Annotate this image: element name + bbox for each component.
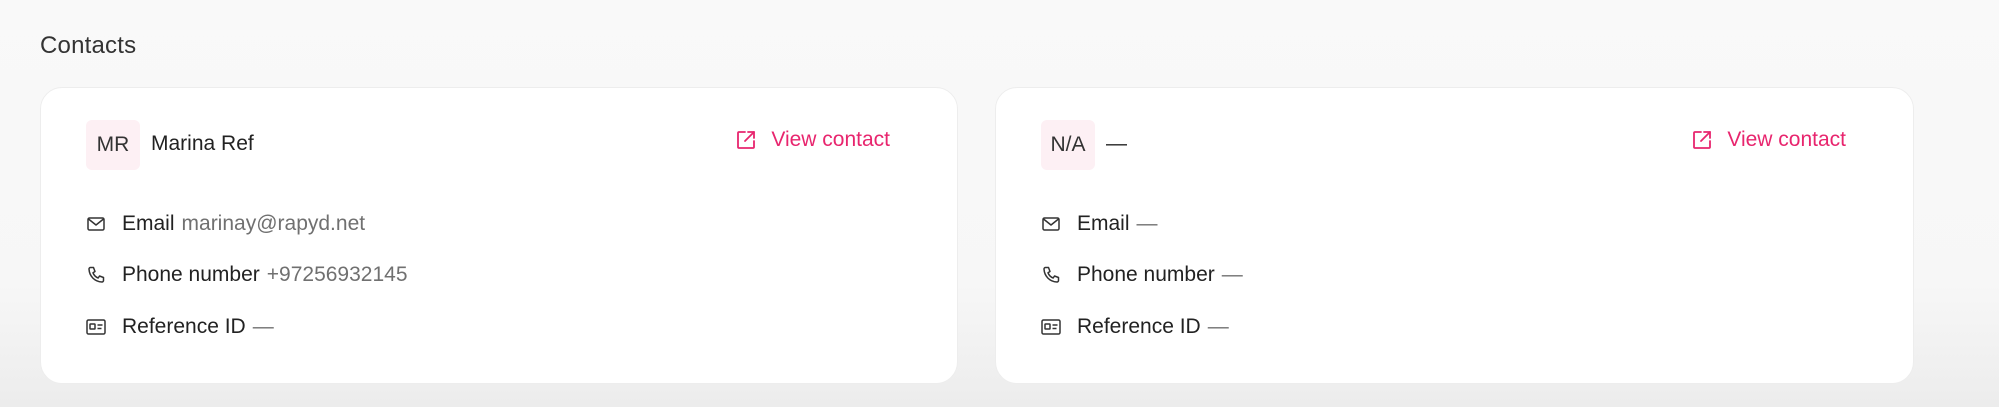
external-link-icon — [1691, 129, 1713, 151]
mail-icon — [86, 214, 106, 234]
contact-card: MR Marina Ref View contact Email marinay… — [40, 87, 958, 384]
avatar: MR — [86, 120, 140, 170]
reference-label: Reference ID — [122, 315, 246, 338]
phone-row: Phone number +97256932145 — [86, 263, 408, 287]
email-label: Email — [122, 212, 175, 235]
phone-value: — — [1221, 263, 1243, 286]
reference-row: Reference ID — — [86, 315, 274, 339]
contact-name: Marina Ref — [151, 132, 254, 155]
phone-icon — [1041, 265, 1061, 285]
reference-value: — — [1207, 315, 1229, 338]
view-contact-link[interactable]: View contact — [735, 128, 890, 152]
external-link-icon — [735, 129, 757, 151]
email-row: Email marinay@rapyd.net — [86, 212, 365, 236]
phone-label: Phone number — [122, 263, 260, 286]
contact-card: N/A — View contact Email — Phone number … — [995, 87, 1914, 384]
section-title: Contacts — [40, 32, 137, 59]
email-row: Email — — [1041, 212, 1158, 236]
avatar: N/A — [1041, 120, 1095, 170]
email-label: Email — [1077, 212, 1130, 235]
reference-label: Reference ID — [1077, 315, 1201, 338]
id-card-icon — [1041, 317, 1061, 337]
email-value: — — [1136, 212, 1158, 235]
email-value: marinay@rapyd.net — [181, 212, 366, 235]
reference-value: — — [252, 315, 274, 338]
reference-row: Reference ID — — [1041, 315, 1229, 339]
phone-value: +97256932145 — [266, 263, 408, 286]
id-card-icon — [86, 317, 106, 337]
contact-name: — — [1106, 132, 1127, 155]
phone-icon — [86, 265, 106, 285]
view-contact-label: View contact — [771, 128, 890, 151]
phone-label: Phone number — [1077, 263, 1215, 286]
mail-icon — [1041, 214, 1061, 234]
view-contact-label: View contact — [1727, 128, 1846, 151]
view-contact-link[interactable]: View contact — [1691, 128, 1846, 152]
phone-row: Phone number — — [1041, 263, 1243, 287]
